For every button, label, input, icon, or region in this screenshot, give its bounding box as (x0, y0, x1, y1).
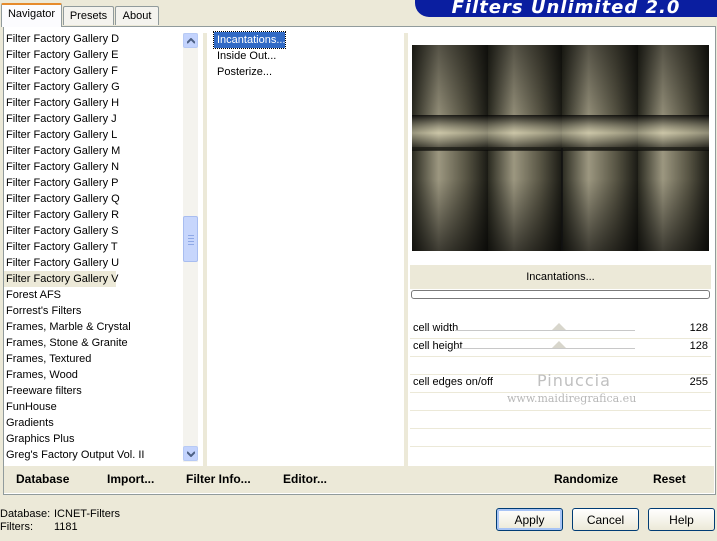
filters-label: Filters: (0, 521, 33, 533)
category-item[interactable]: Frames, Marble & Crystal (4, 319, 180, 335)
filter-info-button[interactable]: Filter Info... (186, 472, 251, 486)
reset-button[interactable]: Reset (653, 472, 686, 486)
tab-about[interactable]: About (115, 6, 159, 25)
database-label: Database: (0, 508, 51, 520)
category-item[interactable]: Forest AFS (4, 287, 180, 303)
param-row-empty (410, 428, 711, 447)
parameter-panel: Incantations... cell width 128 cell heig… (410, 265, 711, 463)
slider-track[interactable] (455, 323, 635, 333)
param-value: 255 (689, 376, 708, 388)
param-label: cell width (413, 322, 459, 334)
scroll-up-button[interactable] (183, 33, 198, 48)
filter-item[interactable]: Incantations... (213, 31, 286, 49)
category-item[interactable]: Filter Factory Gallery R (4, 207, 180, 223)
slider-thumb[interactable] (552, 341, 566, 348)
category-item[interactable]: Filter Factory Gallery P (4, 175, 180, 191)
category-list[interactable]: Filter Factory Gallery D Filter Factory G… (4, 31, 180, 463)
scroll-down-button[interactable] (183, 446, 198, 461)
tab-navigator[interactable]: Navigator (1, 3, 62, 27)
editor-button[interactable]: Editor... (283, 472, 327, 486)
category-item[interactable]: Filter Factory Gallery U (4, 255, 180, 271)
param-row-cell-height[interactable]: cell height 128 (410, 338, 711, 357)
filter-item[interactable]: Posterize... (214, 64, 400, 80)
slider-thumb[interactable] (552, 323, 566, 330)
title-banner: Filters Unlimited 2.0 (415, 0, 717, 18)
category-item[interactable]: Filter Factory Gallery E (4, 47, 180, 63)
category-item[interactable]: Filter Factory Gallery D (4, 31, 180, 47)
import-button[interactable]: Import... (107, 472, 154, 486)
param-row-cell-width[interactable]: cell width 128 (410, 320, 711, 339)
filter-item[interactable]: Inside Out... (214, 48, 400, 64)
category-item[interactable]: Greg's Factory Output Vol. II (4, 447, 180, 463)
app-title: Filters Unlimited 2.0 (451, 0, 681, 18)
category-item[interactable]: Frames, Stone & Granite (4, 335, 180, 351)
cancel-button[interactable]: Cancel (572, 508, 639, 531)
watermark-url: www.maidiregrafica.eu (507, 392, 637, 405)
chevron-up-icon (187, 38, 195, 44)
param-row-empty (410, 410, 711, 429)
category-item[interactable]: Filter Factory Gallery H (4, 95, 180, 111)
scroll-thumb[interactable] (183, 216, 198, 262)
help-button[interactable]: Help (648, 508, 715, 531)
category-item[interactable]: Filter Factory Gallery Q (4, 191, 180, 207)
category-item[interactable]: Filter Factory Gallery N (4, 159, 180, 175)
category-item[interactable]: Filter Factory Gallery S (4, 223, 180, 239)
category-item[interactable]: Gradients (4, 415, 180, 431)
category-item[interactable]: Graphics Plus (4, 431, 180, 447)
category-item[interactable]: Freeware filters (4, 383, 180, 399)
divider (203, 33, 207, 466)
progress-bar (411, 290, 710, 299)
filter-name-label: Incantations... (410, 265, 711, 289)
category-item[interactable]: Frames, Textured (4, 351, 180, 367)
bottom-toolbar: Database Import... Filter Info... Editor… (4, 466, 714, 493)
category-item[interactable]: Frames, Wood (4, 367, 180, 383)
category-item[interactable]: Filter Factory Gallery F (4, 63, 180, 79)
randomize-button[interactable]: Randomize (554, 472, 618, 486)
category-item[interactable]: Filter Factory Gallery V (4, 271, 118, 287)
category-item[interactable]: Filter Factory Gallery T (4, 239, 180, 255)
param-value: 128 (689, 322, 708, 334)
divider (404, 33, 408, 466)
category-item[interactable]: Filter Factory Gallery M (4, 143, 180, 159)
filter-list[interactable]: Incantations... Inside Out... Posterize... (213, 31, 400, 80)
param-label: cell edges on/off (413, 376, 493, 388)
database-button[interactable]: Database (16, 472, 69, 486)
watermark-name: Pinuccia (537, 371, 611, 390)
tab-presets[interactable]: Presets (63, 6, 114, 25)
category-item[interactable]: Filter Factory Gallery G (4, 79, 180, 95)
preview-image (412, 45, 709, 251)
slider-track[interactable] (455, 341, 635, 351)
filters-count: 1181 (54, 521, 78, 533)
category-scrollbar[interactable] (183, 33, 198, 462)
category-item[interactable]: Filter Factory Gallery J (4, 111, 180, 127)
category-item[interactable]: Forrest's Filters (4, 303, 180, 319)
category-item[interactable]: FunHouse (4, 399, 180, 415)
database-value: ICNET-Filters (54, 508, 120, 520)
param-value: 128 (689, 340, 708, 352)
apply-button[interactable]: Apply (496, 508, 563, 531)
chevron-down-icon (187, 451, 195, 457)
category-item[interactable]: Filter Factory Gallery L (4, 127, 180, 143)
